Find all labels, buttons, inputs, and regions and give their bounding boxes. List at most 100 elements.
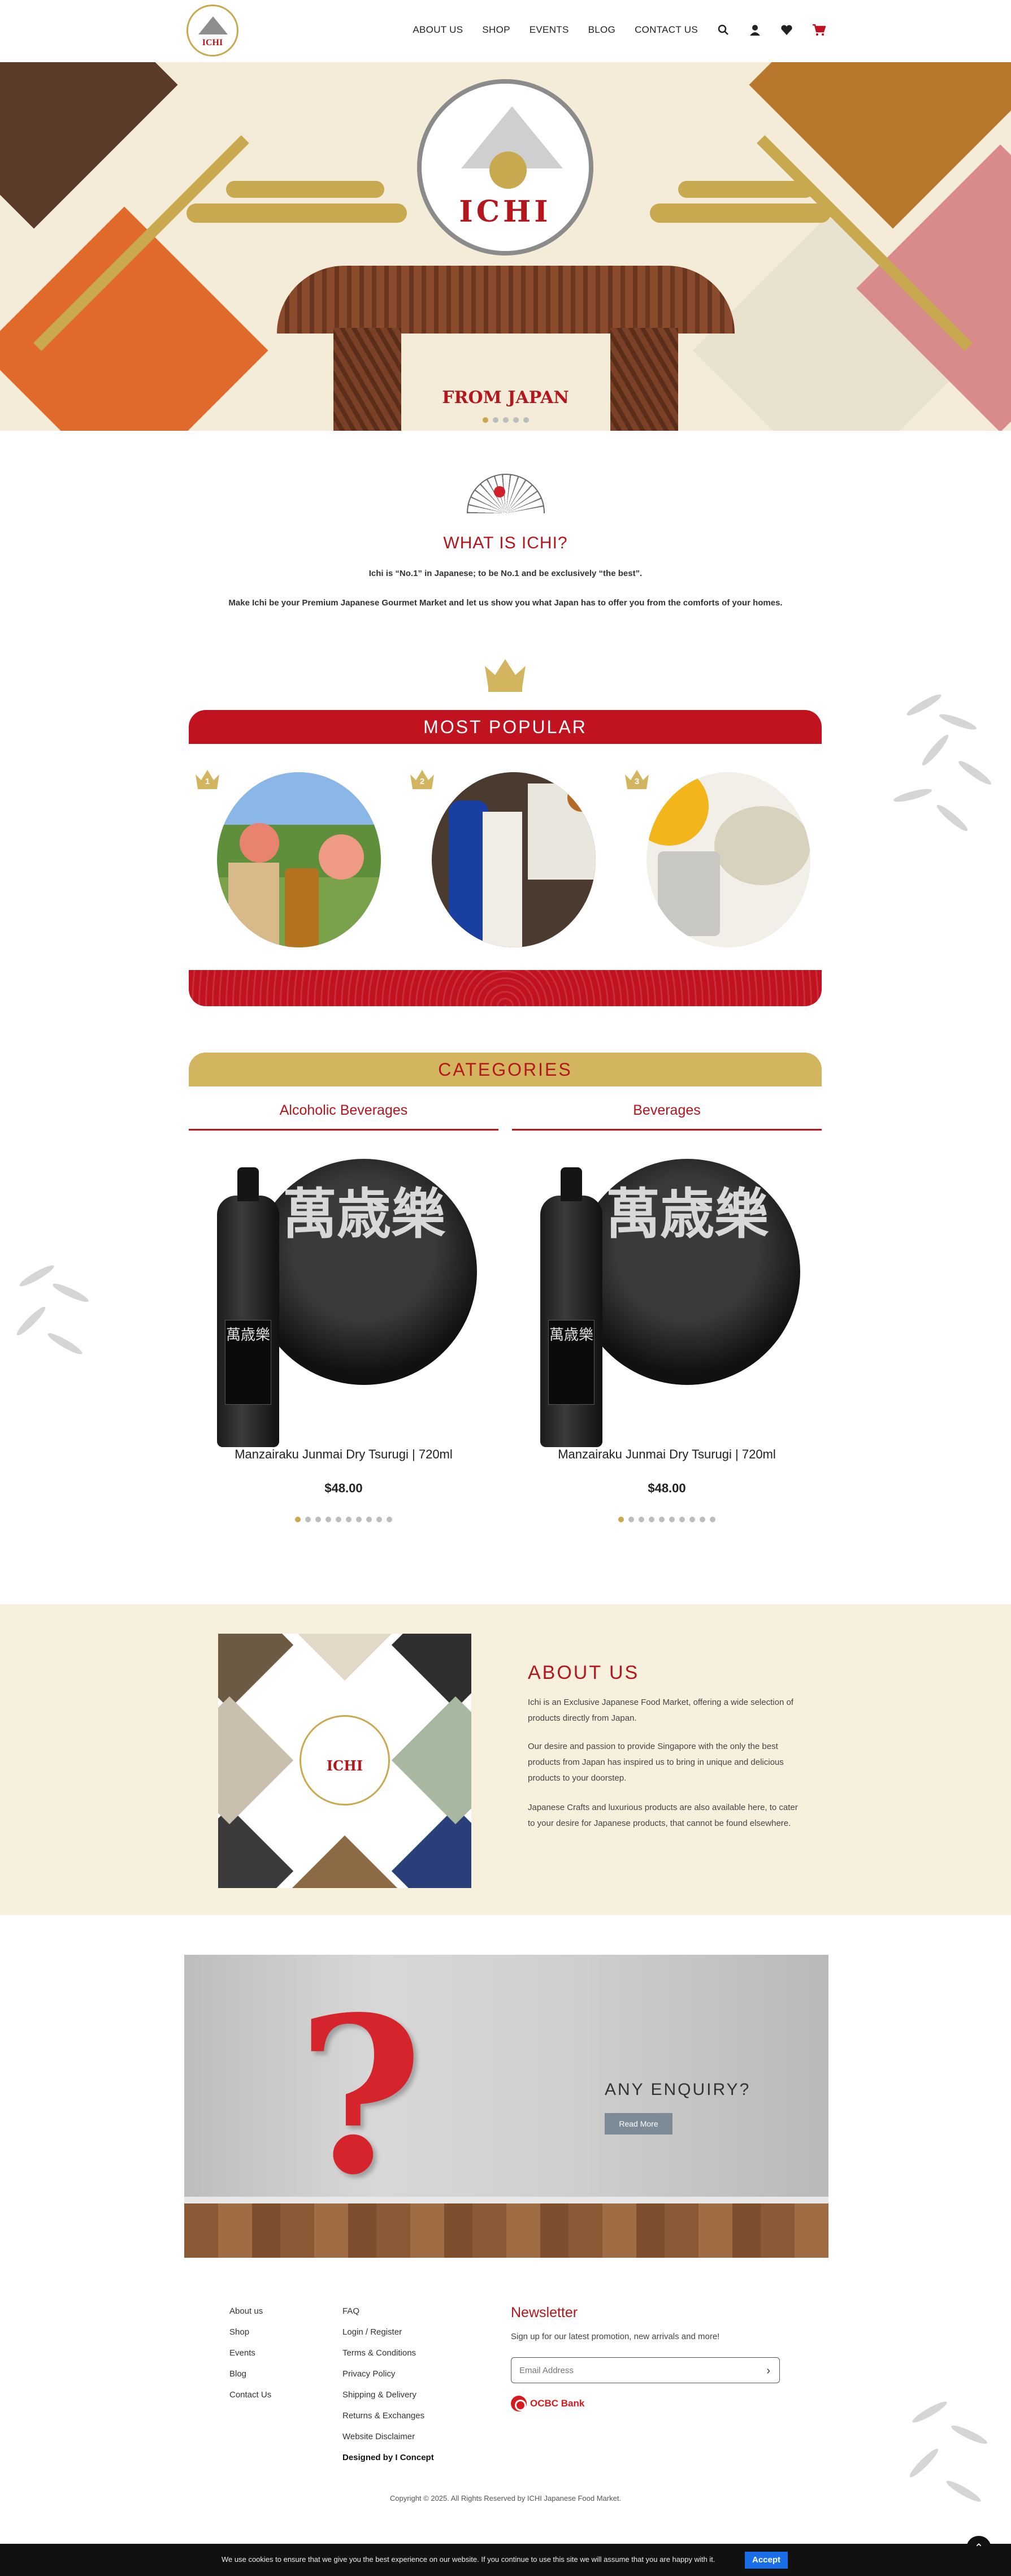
slider-dot[interactable]: [669, 1517, 675, 1522]
footer-link-blog[interactable]: Blog: [229, 2369, 246, 2379]
footer-link-about-us[interactable]: About us: [229, 2306, 263, 2316]
wood-floor: [184, 2203, 828, 2258]
bank-name: OCBC Bank: [530, 2398, 585, 2409]
site-logo[interactable]: ICHI: [186, 5, 238, 57]
rising-sun-dot: [494, 486, 505, 497]
slider-dot[interactable]: [315, 1517, 321, 1522]
slider-dot[interactable]: [502, 417, 509, 423]
nav-blog[interactable]: BLOG: [588, 24, 615, 36]
hero-cloud: [678, 181, 814, 198]
product-bottle: 萬歳樂: [217, 1167, 279, 1447]
fan-icon: [467, 474, 545, 513]
rank-number: 1: [205, 777, 210, 786]
popular-item[interactable]: 1: [194, 767, 381, 947]
cookie-message: We use cookies to ensure that we give yo…: [222, 2555, 715, 2564]
collage-logo: ICHI: [300, 1715, 390, 1806]
newsletter-subtitle: Sign up for our latest promotion, new ar…: [511, 2332, 720, 2341]
product-name[interactable]: Manzairaku Junmai Dry Tsurugi | 720ml: [512, 1447, 822, 1462]
nav-events[interactable]: EVENTS: [530, 24, 569, 36]
slider-dot[interactable]: [710, 1517, 715, 1522]
bamboo-decoration: [882, 678, 1011, 848]
slider-dot[interactable]: [482, 417, 488, 423]
popular-item-image[interactable]: [646, 772, 810, 947]
footer-link-login-register[interactable]: Login / Register: [342, 2327, 402, 2337]
slider-dot[interactable]: [366, 1517, 372, 1522]
slider-dot[interactable]: [639, 1517, 644, 1522]
designed-by-credit[interactable]: Designed by I Concept: [342, 2453, 434, 2462]
slider-dot[interactable]: [513, 417, 519, 423]
submit-arrow-icon[interactable]: ›: [766, 2365, 770, 2378]
slider-dot[interactable]: [376, 1517, 382, 1522]
footer-link-shipping[interactable]: Shipping & Delivery: [342, 2390, 416, 2400]
footer-link-disclaimer[interactable]: Website Disclaimer: [342, 2432, 415, 2441]
nav-about-us[interactable]: ABOUT US: [413, 24, 463, 36]
crown-icon: [485, 659, 526, 692]
slider-dot[interactable]: [492, 417, 498, 423]
most-popular-title: MOST POPULAR: [423, 717, 587, 737]
slider-dot[interactable]: [295, 1517, 301, 1522]
slider-dot[interactable]: [618, 1517, 624, 1522]
cart-icon[interactable]: [812, 24, 826, 36]
slider-dot[interactable]: [336, 1517, 341, 1522]
nav-shop[interactable]: SHOP: [482, 24, 510, 36]
email-input[interactable]: [511, 2358, 749, 2383]
slider-dot[interactable]: [700, 1517, 705, 1522]
about-collage: ICHI: [218, 1634, 471, 1888]
slider-dot[interactable]: [659, 1517, 665, 1522]
logo-text: ICHI: [202, 38, 223, 47]
heart-icon[interactable]: [780, 24, 793, 36]
hero-cloud: [186, 204, 407, 223]
footer-link-faq[interactable]: FAQ: [342, 2306, 359, 2316]
product-label-kanji: 萬歳樂: [606, 1182, 769, 1246]
sun-icon: [489, 151, 527, 189]
question-mark-icon: ?: [297, 1969, 423, 2222]
slider-dot[interactable]: [305, 1517, 311, 1522]
slider-dot[interactable]: [356, 1517, 362, 1522]
product-card[interactable]: 萬歳樂 萬歳樂 Manzairaku Junmai Dry Tsurugi | …: [512, 1153, 822, 1526]
slider-dot[interactable]: [628, 1517, 634, 1522]
tab-beverages[interactable]: Beverages: [512, 1102, 822, 1131]
slider-dot[interactable]: [523, 417, 529, 423]
tab-alcoholic-beverages[interactable]: Alcoholic Beverages: [189, 1102, 498, 1131]
slider-dot[interactable]: [679, 1517, 685, 1522]
newsletter-title: Newsletter: [511, 2305, 578, 2320]
footer-link-contact-us[interactable]: Contact Us: [229, 2390, 271, 2400]
hero-slider-dots: [0, 415, 1011, 426]
what-is-ichi-title: WHAT IS ICHI?: [443, 534, 568, 552]
scroll-top-button[interactable]: ⌃: [966, 2536, 991, 2561]
popular-item-image[interactable]: [432, 772, 596, 947]
popular-item[interactable]: 3: [624, 767, 810, 947]
footer-link-terms[interactable]: Terms & Conditions: [342, 2348, 416, 2358]
read-more-button[interactable]: Read More: [605, 2113, 672, 2135]
product-image[interactable]: 萬歳樂: [251, 1159, 477, 1385]
main-nav: ABOUT US SHOP EVENTS BLOG CONTACT US: [413, 24, 826, 36]
about-section: ICHI ABOUT US Ichi is an Exclusive Japan…: [0, 1604, 1011, 1915]
enquiry-title: ANY ENQUIRY?: [605, 2080, 751, 2099]
copyright-text: Copyright © 2025. All Rights Reserved by…: [389, 2494, 622, 2503]
user-icon[interactable]: [749, 24, 761, 36]
popular-item[interactable]: 2: [409, 767, 596, 947]
search-icon[interactable]: [717, 24, 730, 36]
product-image[interactable]: 萬歳樂: [574, 1159, 800, 1385]
product-price: $48.00: [324, 1481, 363, 1495]
categories-title: CATEGORIES: [438, 1059, 572, 1080]
product-card[interactable]: 萬歳樂 萬歳樂 Manzairaku Junmai Dry Tsurugi | …: [189, 1153, 498, 1526]
slider-dot[interactable]: [689, 1517, 695, 1522]
slider-dot[interactable]: [346, 1517, 352, 1522]
footer-link-returns[interactable]: Returns & Exchanges: [342, 2411, 424, 2421]
most-popular-carousel: 1 2 3: [189, 744, 822, 970]
slider-dot[interactable]: [326, 1517, 331, 1522]
cookie-accept-button[interactable]: Accept: [745, 2552, 788, 2569]
footer-link-shop[interactable]: Shop: [229, 2327, 249, 2337]
rank-number: 3: [634, 777, 640, 786]
slider-dot[interactable]: [387, 1517, 392, 1522]
slider-dot[interactable]: [649, 1517, 654, 1522]
hero-cloud: [650, 204, 831, 223]
hero-photo-mushrooms: [0, 62, 178, 229]
product-name[interactable]: Manzairaku Junmai Dry Tsurugi | 720ml: [189, 1447, 498, 1462]
popular-item-image[interactable]: [217, 772, 381, 947]
footer-link-privacy[interactable]: Privacy Policy: [342, 2369, 395, 2379]
newsletter-form: ›: [511, 2357, 780, 2383]
footer-link-events[interactable]: Events: [229, 2348, 255, 2358]
nav-contact-us[interactable]: CONTACT US: [635, 24, 698, 36]
